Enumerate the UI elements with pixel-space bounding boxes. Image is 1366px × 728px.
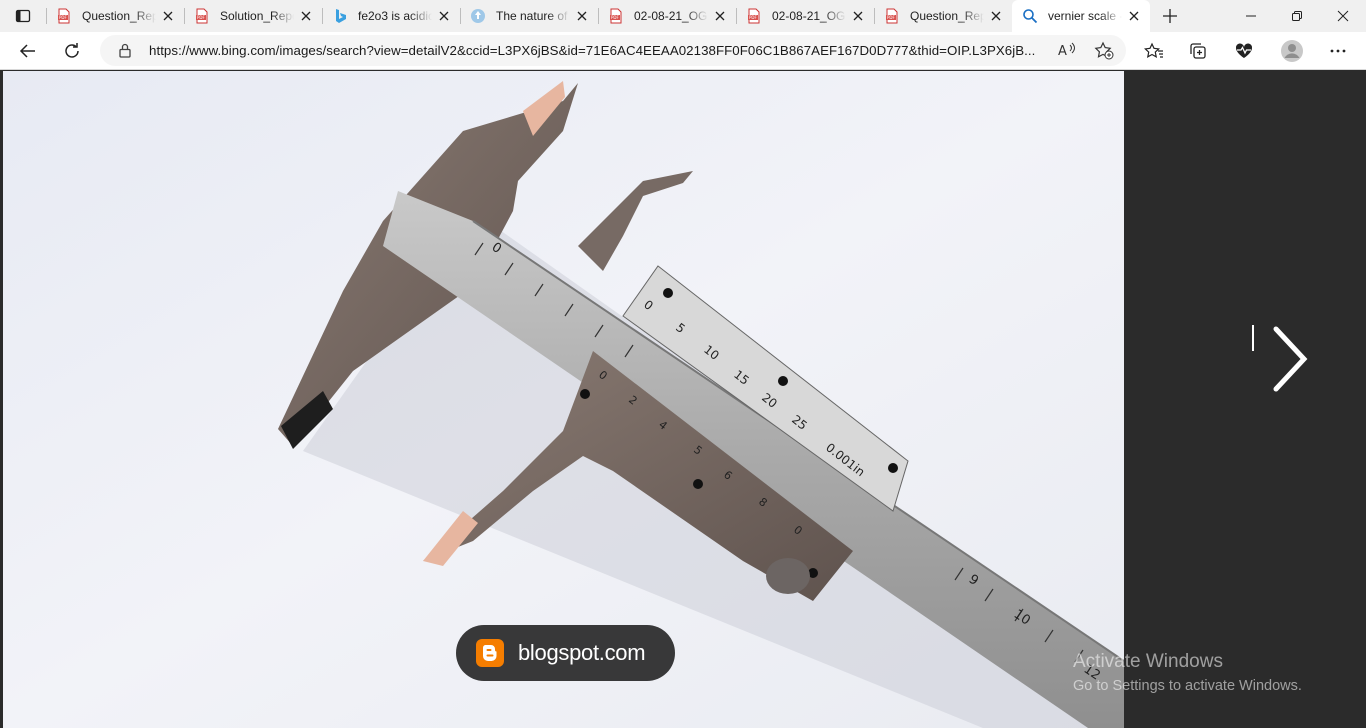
source-domain: blogspot.com [518,640,646,665]
vernier-caliper-image[interactable]: 0 9 10 12 0 5 10 15 20 25 0.001in 0 2 4 … [3,71,1124,728]
svg-text:A: A [1058,44,1067,58]
pdf-icon: PDF [886,8,898,24]
close-tab-icon[interactable] [298,8,314,24]
profile-button[interactable] [1276,35,1308,67]
address-bar[interactable]: https://www.bing.com/images/search?view=… [100,35,1126,66]
tab-title: fe2o3 is acidic [358,9,432,23]
pdf-icon: PDF [610,8,622,24]
lock-icon[interactable] [118,43,132,63]
restore-icon [1292,11,1302,21]
tab-bar: PDF Question_Report PDF Solution_Report … [0,0,1366,32]
chevron-right-icon [1273,326,1308,392]
collections-icon [1190,43,1206,59]
tab-actions-icon [15,9,31,23]
refresh-icon [65,43,79,58]
tab-question-report-2[interactable]: PDF Question_Report [874,0,1012,32]
close-icon [1337,10,1349,22]
tab-title: vernier scale - Bing [1048,9,1122,23]
minimize-icon [1246,15,1256,17]
refresh-button[interactable] [56,35,88,67]
pdf-icon: PDF [748,8,760,24]
bing-icon [336,9,346,23]
image-source-link[interactable]: blogspot.com [456,625,675,681]
close-tab-icon[interactable] [850,8,866,24]
heart-pulse-icon [1235,43,1253,58]
tab-nature-of[interactable]: The nature of [460,0,598,32]
restore-button[interactable] [1274,0,1320,32]
back-button[interactable] [12,35,44,67]
globe-icon [471,9,485,23]
tab-title: The nature of [496,9,568,23]
tab-title: 02-08-21_OG [634,9,708,23]
more-options-icon [1330,49,1346,53]
favorites-icon [1144,42,1163,58]
tab-title: Solution_Report [220,9,294,23]
svg-text:PDF: PDF [749,15,757,20]
next-image-button[interactable] [1268,323,1312,395]
image-detail-viewer: 0 9 10 12 0 5 10 15 20 25 0.001in 0 2 4 … [0,71,1366,728]
svg-text:PDF: PDF [611,15,619,20]
svg-text:PDF: PDF [887,15,895,20]
side-panel [1124,71,1366,728]
tab-02-08-21-og-2[interactable]: PDF 02-08-21_OG [736,0,874,32]
minimize-button[interactable] [1228,0,1274,32]
pdf-icon: PDF [58,8,70,24]
svg-text:PDF: PDF [197,15,205,20]
browser-toolbar: https://www.bing.com/images/search?view=… [0,32,1366,70]
settings-more-button[interactable] [1322,35,1354,67]
read-aloud-icon[interactable]: A [1058,42,1076,63]
text-caret [1252,325,1254,351]
close-tab-icon[interactable] [1126,8,1142,24]
tab-02-08-21-og-1[interactable]: PDF 02-08-21_OG [598,0,736,32]
tab-title: Question_Report [82,9,156,23]
avatar-icon [1281,40,1303,62]
watermark-title: Activate Windows [1073,651,1223,672]
url-text[interactable]: https://www.bing.com/images/search?view=… [149,43,1054,58]
collections-button[interactable] [1182,35,1214,67]
tab-title: 02-08-21_OG [772,9,846,23]
tab-vernier-scale-bing[interactable]: vernier scale - Bing [1012,0,1150,32]
close-window-button[interactable] [1320,0,1366,32]
close-tab-icon[interactable] [574,8,590,24]
add-favorite-icon[interactable] [1094,41,1114,65]
svg-text:PDF: PDF [59,15,67,20]
pdf-icon: PDF [196,8,208,24]
tab-title: Question_Report [910,9,984,23]
browser-essentials-button[interactable] [1228,35,1260,67]
close-tab-icon[interactable] [160,8,176,24]
plus-icon [1163,9,1177,23]
favorites-button[interactable] [1138,35,1170,67]
search-icon [1023,9,1038,24]
blogger-icon [476,639,504,667]
tab-question-report-1[interactable]: PDF Question_Report [46,0,184,32]
tab-solution-report[interactable]: PDF Solution_Report [184,0,322,32]
tab-actions-menu-button[interactable] [0,0,46,32]
activate-windows-watermark: Activate Windows Go to Settings to activ… [1073,651,1302,694]
close-tab-icon[interactable] [436,8,452,24]
tab-fe2o3-search[interactable]: fe2o3 is acidic [322,0,460,32]
close-tab-icon[interactable] [712,8,728,24]
back-arrow-icon [19,44,35,58]
watermark-subtitle: Go to Settings to activate Windows. [1073,678,1302,694]
close-tab-icon[interactable] [988,8,1004,24]
new-tab-button[interactable] [1150,0,1190,32]
